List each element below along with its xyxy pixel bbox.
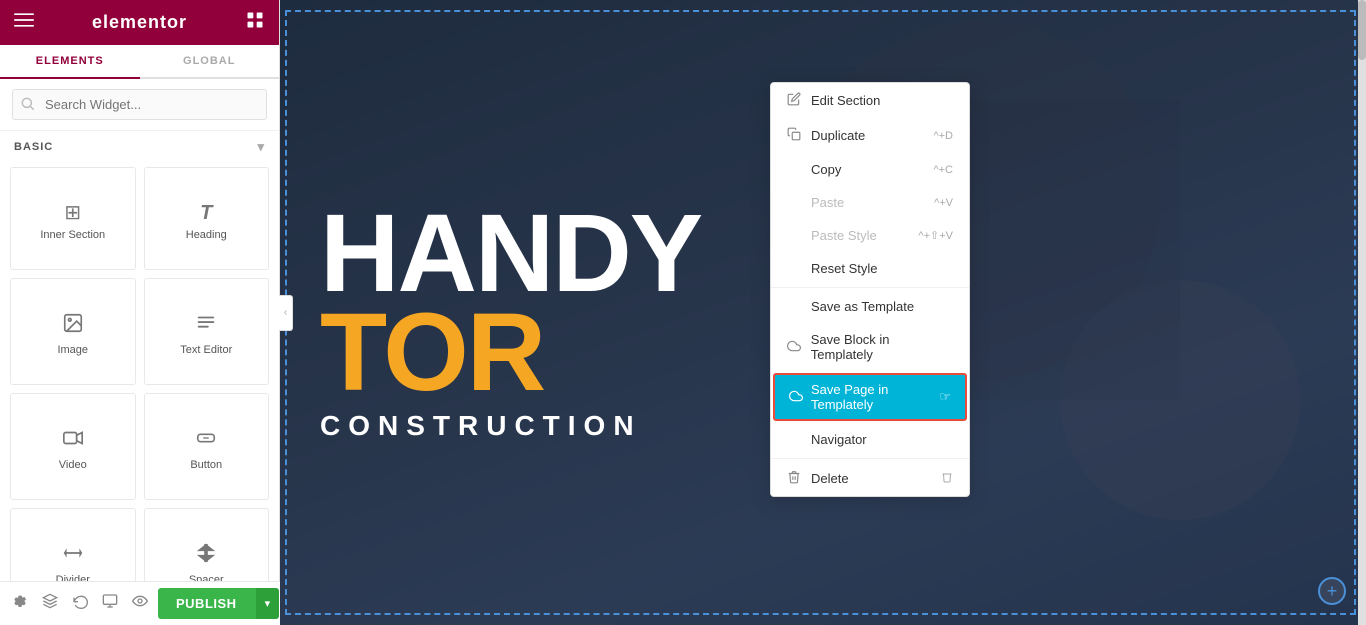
scrollbar[interactable] <box>1358 0 1366 625</box>
ctx-divider-1 <box>771 287 969 288</box>
widget-image[interactable]: Image <box>10 278 136 385</box>
ctx-reset-style[interactable]: Reset Style <box>771 252 969 285</box>
spacer-icon <box>195 542 217 568</box>
widget-text-editor[interactable]: Text Editor <box>144 278 270 385</box>
video-icon <box>62 427 84 453</box>
ctx-paste-style: Paste Style ^+⇧+V <box>771 219 969 252</box>
ctx-save-block-templately[interactable]: Save Block in Templately <box>771 323 969 371</box>
undo-icon[interactable] <box>68 589 92 618</box>
divider-icon <box>62 542 84 568</box>
ctx-paste: Paste ^+V <box>771 186 969 219</box>
ctx-paste-style-shortcut: ^+⇧+V <box>918 229 953 242</box>
sidebar: elementor ELEMENTS GLOBAL B <box>0 0 280 625</box>
ctx-save-page-templately[interactable]: Save Page in Templately ☞ <box>773 373 967 421</box>
search-input[interactable] <box>12 89 267 120</box>
widget-label: Text Editor <box>180 344 232 356</box>
main-canvas: Handy Tor CONSTRUCTION + Edit Section <box>280 0 1366 625</box>
ctx-save-page-templately-label: Save Page in Templately <box>811 382 925 412</box>
sidebar-header: elementor <box>0 0 279 45</box>
publish-button[interactable]: PUBLISH <box>158 588 255 619</box>
widgets-grid: Inner Section Heading Image <box>0 163 279 625</box>
app-logo: elementor <box>92 12 187 33</box>
trash-icon <box>787 470 803 487</box>
cloud-icon <box>787 339 803 356</box>
add-section-button[interactable]: + <box>1318 577 1346 605</box>
widget-inner-section[interactable]: Inner Section <box>10 167 136 270</box>
ctx-duplicate[interactable]: Duplicate ^+D <box>771 118 969 153</box>
heading-icon <box>200 201 212 223</box>
layers-icon[interactable] <box>38 589 62 618</box>
sidebar-toggle[interactable]: ‹ <box>279 295 293 331</box>
duplicate-icon <box>787 127 803 144</box>
cloud-highlight-icon <box>789 389 803 406</box>
ctx-paste-style-label: Paste Style <box>811 228 877 243</box>
search-area <box>0 79 279 131</box>
search-icon <box>21 97 34 113</box>
context-menu: Edit Section Duplicate ^+D Copy ^+C Past… <box>770 82 970 497</box>
chevron-down-icon: ▾ <box>257 139 265 155</box>
tab-elements[interactable]: ELEMENTS <box>0 45 140 79</box>
widget-button[interactable]: Button <box>144 393 270 500</box>
ctx-copy-shortcut: ^+C <box>933 164 953 176</box>
grid-icon[interactable] <box>245 10 265 35</box>
pencil-icon <box>787 92 803 109</box>
ctx-save-template[interactable]: Save as Template <box>771 290 969 323</box>
button-icon <box>195 427 217 453</box>
cursor-pointer-icon: ☞ <box>939 389 951 405</box>
ctx-navigator-label: Navigator <box>811 432 867 447</box>
bottom-bar: PUBLISH ▾ <box>0 581 280 625</box>
scrollbar-thumb[interactable] <box>1358 0 1366 60</box>
widget-label: Button <box>190 459 222 471</box>
section-label[interactable]: BASIC ▾ <box>0 131 279 163</box>
widget-heading[interactable]: Heading <box>144 167 270 270</box>
publish-dropdown-button[interactable]: ▾ <box>255 588 280 619</box>
text-editor-icon <box>195 312 217 338</box>
sidebar-tabs: ELEMENTS GLOBAL <box>0 45 279 79</box>
desktop-icon[interactable] <box>98 589 122 618</box>
ctx-copy[interactable]: Copy ^+C <box>771 153 969 186</box>
ctx-duplicate-label: Duplicate <box>811 128 865 143</box>
tab-global[interactable]: GLOBAL <box>140 45 280 77</box>
image-icon <box>62 312 84 338</box>
ctx-delete[interactable]: Delete <box>771 461 969 496</box>
eye-icon[interactable] <box>128 589 152 618</box>
hamburger-icon[interactable] <box>14 10 34 35</box>
widget-label: Image <box>57 344 88 356</box>
ctx-reset-style-label: Reset Style <box>811 261 877 276</box>
widget-label: Heading <box>186 229 227 241</box>
ctx-duplicate-shortcut: ^+D <box>933 130 953 142</box>
ctx-paste-shortcut: ^+V <box>934 197 953 209</box>
ctx-copy-label: Copy <box>811 162 841 177</box>
ctx-navigator[interactable]: Navigator <box>771 423 969 456</box>
widget-label: Inner Section <box>40 229 105 241</box>
settings-icon[interactable] <box>8 589 32 618</box>
ctx-edit-section-label: Edit Section <box>811 93 880 108</box>
ctx-delete-label: Delete <box>811 471 849 486</box>
publish-button-wrap: PUBLISH ▾ <box>158 588 279 619</box>
inner-section-icon <box>64 201 81 223</box>
ctx-paste-label: Paste <box>811 195 844 210</box>
ctx-save-block-templately-label: Save Block in Templately <box>811 332 953 362</box>
ctx-divider-2 <box>771 458 969 459</box>
ctx-edit-section[interactable]: Edit Section <box>771 83 969 118</box>
widget-video[interactable]: Video <box>10 393 136 500</box>
widget-label: Video <box>59 459 87 471</box>
ctx-delete-icon <box>941 471 953 486</box>
ctx-save-template-label: Save as Template <box>811 299 914 314</box>
